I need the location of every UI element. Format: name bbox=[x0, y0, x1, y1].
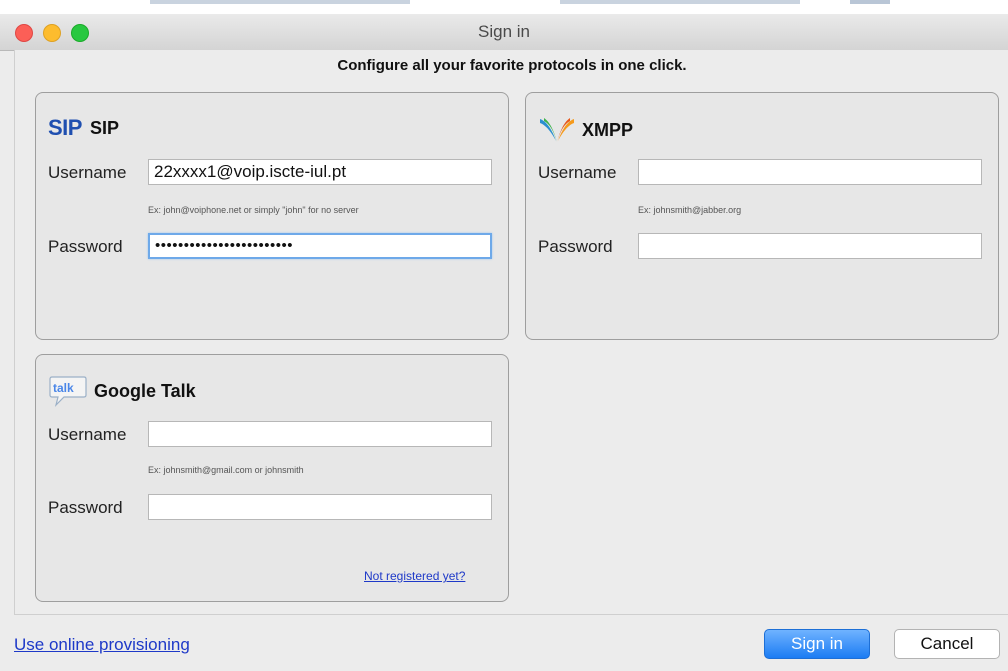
sip-panel-title: SIP SIP bbox=[48, 115, 119, 141]
sip-username-hint: Ex: john@voiphone.net or simply "john" f… bbox=[148, 205, 359, 215]
google-talk-icon: talk bbox=[49, 376, 87, 407]
background-bar bbox=[850, 0, 890, 4]
sip-title: SIP bbox=[89, 117, 119, 138]
sip-username-input[interactable] bbox=[148, 159, 492, 185]
not-registered-link[interactable]: Not registered yet? bbox=[364, 569, 465, 583]
xmpp-username-label: Username bbox=[538, 163, 617, 182]
cancel-button[interactable]: Cancel bbox=[894, 629, 1000, 659]
google-talk-username-input[interactable] bbox=[148, 421, 492, 447]
xmpp-panel-title: XMPP bbox=[538, 115, 633, 145]
online-provisioning-link[interactable]: Use online provisioning bbox=[14, 635, 190, 655]
sign-in-dialog: Configure all your favorite protocols in… bbox=[14, 50, 1008, 615]
background-bar bbox=[560, 0, 800, 4]
google-talk-username-hint: Ex: johnsmith@gmail.com or johnsmith bbox=[148, 465, 304, 475]
dialog-heading: Configure all your favorite protocols in… bbox=[337, 57, 687, 74]
google-talk-icon-text: talk bbox=[53, 381, 74, 395]
google-talk-password-label: Password bbox=[48, 498, 123, 517]
google-talk-title: Google Talk bbox=[94, 380, 196, 401]
sip-password-label: Password bbox=[48, 237, 123, 256]
google-talk-panel: talk Google Talk Username Ex: johnsmith@… bbox=[35, 354, 509, 602]
xmpp-username-input[interactable] bbox=[638, 159, 982, 185]
background-window-strip bbox=[0, 0, 1008, 14]
sip-password-input[interactable]: •••••••••••••••••••••••• bbox=[148, 233, 492, 259]
window-title: Sign in bbox=[478, 22, 530, 41]
sip-icon: SIP bbox=[48, 115, 82, 140]
xmpp-icon bbox=[540, 118, 574, 142]
xmpp-panel: XMPP Username Ex: johnsmith@jabber.org P… bbox=[525, 92, 999, 340]
xmpp-password-input[interactable] bbox=[638, 233, 982, 259]
xmpp-password-label: Password bbox=[538, 237, 613, 256]
title-bar: Sign in bbox=[0, 14, 1008, 51]
sip-panel: SIP SIP Username Ex: john@voiphone.net o… bbox=[35, 92, 509, 340]
sign-in-button[interactable]: Sign in bbox=[764, 629, 870, 659]
xmpp-title: XMPP bbox=[582, 119, 634, 140]
sip-username-label: Username bbox=[48, 163, 127, 182]
google-talk-username-label: Username bbox=[48, 425, 127, 444]
background-bar bbox=[150, 0, 410, 4]
google-talk-panel-title: talk Google Talk bbox=[48, 373, 196, 409]
xmpp-username-hint: Ex: johnsmith@jabber.org bbox=[638, 205, 742, 215]
google-talk-password-input[interactable] bbox=[148, 494, 492, 520]
